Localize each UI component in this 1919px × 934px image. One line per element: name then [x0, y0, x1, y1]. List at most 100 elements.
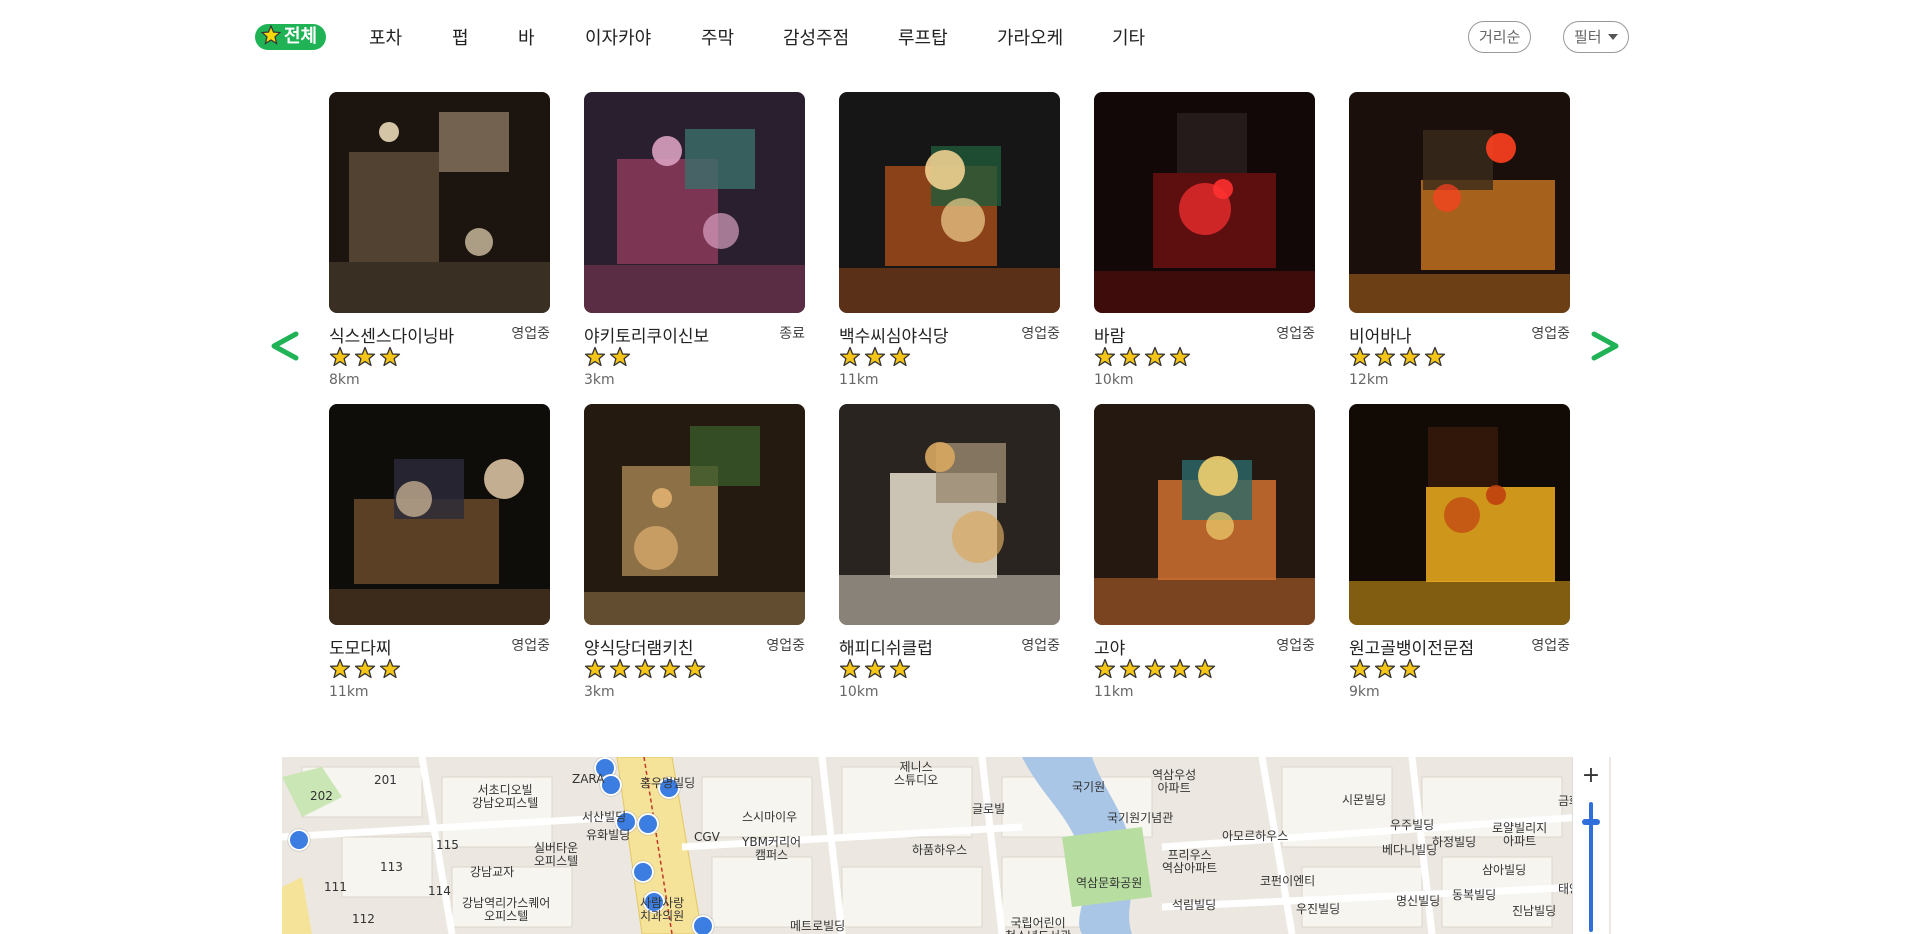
place-photo[interactable] [1094, 92, 1315, 313]
map-place-label[interactable]: 프리우스 역삼아파트 [1162, 849, 1217, 875]
place-photo[interactable] [584, 92, 805, 313]
map-place-label[interactable]: 실버타운 오피스텔 [534, 842, 578, 868]
place-card[interactable]: 도모다찌 영업중 11km [329, 404, 550, 700]
map-place-label[interactable]: 111 [324, 881, 347, 894]
map-place-label[interactable]: 동복빌딩 [1452, 889, 1496, 902]
place-name[interactable]: 백수씨심야식당 [839, 322, 948, 347]
map-place-label[interactable]: 삼아빌딩 [1482, 864, 1526, 877]
category-tab-gamsung[interactable]: 감성주점 [783, 24, 849, 50]
place-name[interactable]: 야키토리쿠이신보 [584, 322, 709, 347]
open-status: 영업중 [1021, 326, 1060, 342]
map-place-label[interactable]: 하정빌딩 [1432, 836, 1476, 849]
category-tab-pocha[interactable]: 포차 [369, 24, 402, 50]
map-place-label[interactable]: 201 [374, 774, 397, 787]
map-place-label[interactable]: 국립어린이 청소년도서관 [1005, 917, 1071, 934]
place-name[interactable]: 양식당더램키친 [584, 634, 693, 659]
place-name[interactable]: 바람 [1094, 322, 1125, 347]
category-tab-izakaya[interactable]: 이자카야 [585, 24, 651, 50]
place-card[interactable]: 고야 영업중 11km [1094, 404, 1315, 700]
map-place-label[interactable]: ZARA [572, 773, 605, 786]
map-place-label[interactable]: 역삼문화공원 [1076, 877, 1142, 890]
map-place-label[interactable]: 하품하우스 [912, 844, 967, 857]
map-place-label[interactable]: YBM커리어 캠퍼스 [742, 836, 801, 862]
map-place-label[interactable]: 석림빌딩 [1172, 899, 1216, 912]
map-place-label[interactable]: 강남교자 [470, 866, 514, 879]
map-place-label[interactable]: 114 [428, 885, 451, 898]
place-name[interactable]: 도모다찌 [329, 634, 392, 659]
map-place-label[interactable]: 시몬빌딩 [1342, 794, 1386, 807]
place-card[interactable]: 식스센스다이닝바 영업중 8km [329, 92, 550, 388]
place-card[interactable]: 바람 영업중 10km [1094, 92, 1315, 388]
place-photo[interactable] [1349, 404, 1570, 625]
map-place-label[interactable]: 강남역리가스퀘어 오피스텔 [462, 897, 550, 923]
place-card[interactable]: 비어바나 영업중 12km [1349, 92, 1570, 388]
map-place-label[interactable]: 112 [352, 913, 375, 926]
map-place-label[interactable]: 베다니빌딩 [1382, 844, 1437, 857]
map-place-label[interactable]: 서초디오빌 강남오피스텔 [472, 784, 538, 810]
place-card[interactable]: 야키토리쿠이신보 종료 3km [584, 92, 805, 388]
rating-stars [839, 346, 911, 368]
map-place-label[interactable]: 코펀이엔티 [1260, 875, 1315, 888]
map-view[interactable]: 서초디오빌 강남오피스텔실버타운 오피스텔강남교자강남역리가스퀘어 오피스텔 ZA… [282, 757, 1611, 934]
map-place-label[interactable]: 제니스 스튜디오 [894, 761, 938, 787]
chevron-left-icon[interactable] [266, 316, 306, 376]
place-photo[interactable] [329, 92, 550, 313]
map-place-label[interactable]: 역삼우성 아파트 [1152, 769, 1196, 795]
place-card[interactable]: 백수씨심야식당 영업중 11km [839, 92, 1060, 388]
map-place-label[interactable]: 스시마이우 [742, 811, 797, 824]
place-photo[interactable] [1349, 92, 1570, 313]
map-place-label[interactable]: 서산빌딩 [582, 811, 626, 824]
map-place-label[interactable]: CGV [694, 831, 720, 844]
category-tab-karaoke[interactable]: 가라오케 [997, 24, 1063, 50]
chevron-right-icon[interactable] [1584, 316, 1624, 376]
place-name[interactable]: 고야 [1094, 634, 1125, 659]
filter-dropdown[interactable]: 필터 [1563, 21, 1629, 53]
map-place-label[interactable]: 유화빌딩 [586, 829, 630, 842]
map-place-label[interactable]: 메트로빌딩 [790, 920, 845, 933]
star-icon [379, 346, 401, 367]
place-name[interactable]: 식스센스다이닝바 [329, 322, 454, 347]
category-tab-pub[interactable]: 펍 [452, 24, 469, 50]
map-place-label[interactable]: 글로빌 [972, 803, 1005, 816]
map-place-label[interactable]: 115 [436, 839, 459, 852]
zoom-slider-handle[interactable] [1582, 819, 1600, 825]
category-tab-rooftop[interactable]: 루프탑 [898, 24, 948, 50]
map-place-label[interactable]: 아모르하우스 [1222, 830, 1288, 843]
star-icon [684, 658, 706, 679]
category-tab-jumak[interactable]: 주막 [701, 24, 734, 50]
bus-stop-icon[interactable] [288, 829, 310, 851]
place-photo[interactable] [839, 404, 1060, 625]
place-name[interactable]: 비어바나 [1349, 322, 1412, 347]
bus-stop-icon[interactable] [692, 915, 714, 934]
map-place-label[interactable]: 국기원 [1072, 781, 1105, 794]
map-place-label[interactable]: 우진빌딩 [1296, 903, 1340, 916]
place-photo[interactable] [1094, 404, 1315, 625]
place-name[interactable]: 해피디쉬클럽 [839, 634, 933, 659]
bus-stop-icon[interactable] [632, 861, 654, 883]
category-tab-etc[interactable]: 기타 [1112, 24, 1145, 50]
map-place-label[interactable]: 로얄빌리지 아파트 [1492, 822, 1547, 848]
map-place-label[interactable]: 진남빌딩 [1512, 905, 1556, 918]
sort-distance-button[interactable]: 거리순 [1468, 21, 1532, 53]
place-photo[interactable] [839, 92, 1060, 313]
map-place-label[interactable]: 홍우명빌딩 [640, 777, 695, 790]
place-photo[interactable] [584, 404, 805, 625]
map-place-label[interactable]: 우주빌딩 [1390, 819, 1434, 832]
place-card[interactable]: 해피디쉬클럽 영업중 10km [839, 404, 1060, 700]
place-card[interactable]: 양식당더램키친 영업중 3km [584, 404, 805, 700]
place-photo[interactable] [329, 404, 550, 625]
category-tab-all[interactable]: 전체 [255, 24, 327, 50]
map-place-label[interactable]: 명신빌딩 [1396, 895, 1440, 908]
map-place-label[interactable]: 사람사랑 치과의원 [640, 897, 684, 923]
category-tab-bar[interactable]: 바 [518, 24, 535, 50]
map-place-label[interactable]: 국기원기념관 [1107, 812, 1173, 825]
zoom-in-button[interactable]: + [1573, 763, 1609, 788]
sort-label: 거리순 [1479, 28, 1521, 46]
map-place-label[interactable]: 113 [380, 861, 403, 874]
place-name[interactable]: 원고골뱅이전문점 [1349, 634, 1474, 659]
star-icon [609, 346, 631, 367]
bus-stop-icon[interactable] [637, 813, 659, 835]
map-place-label[interactable]: 202 [310, 790, 333, 803]
place-card[interactable]: 원고골뱅이전문점 영업중 9km [1349, 404, 1570, 700]
rating-stars [1349, 346, 1446, 368]
